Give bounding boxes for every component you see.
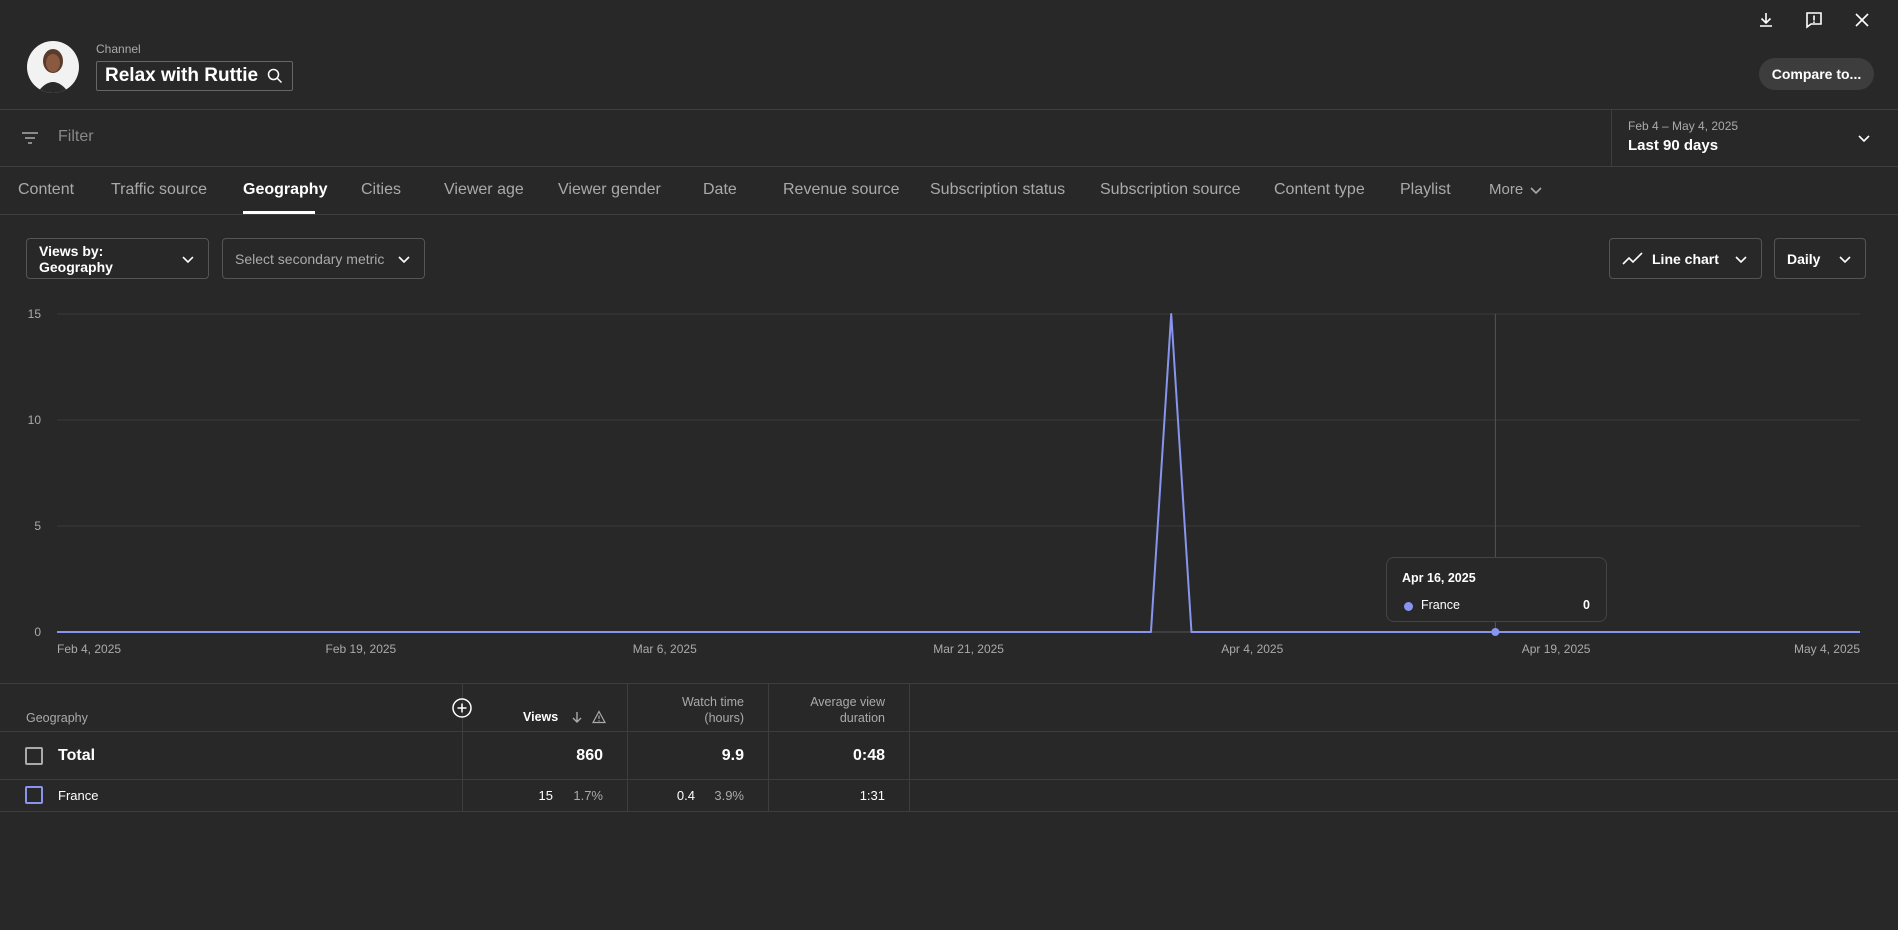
tab-cities[interactable]: Cities [361,181,401,199]
channel-selector[interactable]: Relax with Ruttie [96,61,294,91]
line-chart-icon [1622,251,1643,265]
add-column-icon[interactable] [448,694,476,722]
tab-date[interactable]: Date [703,181,737,199]
total-watch-time: 9.9 [721,747,744,764]
tab-playlist[interactable]: Playlist [1400,181,1451,199]
chart-tooltip: Apr 16, 2025 France 0 [1386,557,1607,622]
tooltip-series: France [1421,598,1460,612]
chart-type-label: Line chart [1652,250,1719,267]
interval-dropdown[interactable]: Daily [1774,238,1866,279]
watch-time-header-line1: Watch time [681,695,744,709]
row-views: 15 [538,788,553,803]
date-range: Feb 4 – May 4, 2025 [1628,119,1739,133]
divider [0,731,1898,732]
tab-subscription-source[interactable]: Subscription source [1100,181,1241,199]
column-divider [768,684,769,812]
x-tick-label: Apr 4, 2025 [1221,642,1283,656]
total-checkbox[interactable] [25,747,43,765]
x-tick-label: Feb 4, 2025 [57,642,121,656]
avg-duration-header-line2: duration [839,711,885,725]
total-avg-duration: 0:48 [852,747,885,764]
views-header-label: Views [523,710,559,724]
x-tick-label: May 4, 2025 [1794,642,1860,656]
y-tick-label: 5 [34,519,41,533]
channel-avatar [27,41,79,93]
download-icon[interactable] [1752,6,1780,34]
row-checkbox-france[interactable] [25,786,43,804]
hover-point [1491,628,1500,636]
chart-type-dropdown[interactable]: Line chart [1609,238,1762,279]
total-label: Total [58,747,96,764]
date-range-label: Last 90 days [1628,137,1719,154]
divider [0,779,1898,780]
chevron-down-icon [1530,186,1542,194]
row-label: France [58,788,99,803]
feedback-icon[interactable] [1800,6,1828,34]
avg-duration-header-line1: Average view [810,695,885,709]
tab-viewer-gender[interactable]: Viewer gender [558,181,661,199]
tab-geography[interactable]: Geography [243,181,327,199]
primary-metric-dropdown[interactable]: Views by: Geography [26,238,209,279]
watch-time-header-line2: (hours) [704,711,744,725]
tab-more[interactable]: More [1489,181,1543,198]
secondary-metric-label: Select secondary metric [235,250,385,267]
row-watch-time: 0.4 [676,788,695,803]
line-chart[interactable]: 15 10 5 0 Feb 4, 2025 Feb 19, 2025 Mar 6, 2025… [0,300,1898,700]
channel-name: Relax with Ruttie [105,65,259,86]
row-watch-pct: 3.9% [714,788,744,803]
tab-content-type[interactable]: Content type [1274,181,1365,199]
date-range-picker[interactable]: Feb 4 – May 4, 2025 Last 90 days [1612,110,1898,166]
chevron-down-icon [1858,135,1870,143]
x-tick-label: Apr 19, 2025 [1522,642,1591,656]
divider [0,214,1898,215]
secondary-metric-dropdown[interactable]: Select secondary metric [222,238,425,279]
interval-label: Daily [1787,250,1821,267]
total-views: 860 [576,747,603,764]
x-tick-label: Mar 6, 2025 [633,642,697,656]
compare-button[interactable]: Compare to... [1759,58,1874,90]
divider [0,166,1898,167]
views-header[interactable]: Views [523,710,607,724]
divider [0,811,1898,812]
search-icon [267,68,283,84]
warning-icon [592,710,607,724]
column-divider [909,684,910,812]
tooltip-date: Apr 16, 2025 [1402,571,1476,585]
tab-revenue-source[interactable]: Revenue source [783,181,900,199]
filter-icon[interactable] [16,124,44,152]
filter-input[interactable]: Filter [58,128,94,146]
y-tick-label: 15 [28,307,42,321]
y-tick-label: 10 [28,413,42,427]
primary-metric-label: Views by: Geography [39,242,113,275]
chevron-down-icon [1839,255,1851,263]
tab-more-label: More [1489,181,1524,198]
tooltip-dot [1404,602,1413,611]
chevron-down-icon [182,255,194,263]
chevron-down-icon [398,255,410,263]
tab-viewer-age[interactable]: Viewer age [444,181,524,199]
geography-header: Geography [26,711,88,725]
tab-subscription-status[interactable]: Subscription status [930,181,1065,199]
chevron-down-icon [1735,255,1747,263]
divider [0,683,1898,684]
tab-content[interactable]: Content [18,181,74,199]
avg-duration-header[interactable]: Average view duration [810,694,885,726]
y-tick-label: 0 [34,625,41,639]
tab-traffic-source[interactable]: Traffic source [111,181,207,199]
watch-time-header[interactable]: Watch time (hours) [682,694,744,726]
row-views-pct: 1.7% [573,788,603,803]
x-tick-label: Mar 21, 2025 [933,642,1004,656]
close-icon[interactable] [1848,6,1876,34]
tooltip-value: 0 [1583,598,1590,612]
x-tick-label: Feb 19, 2025 [326,642,397,656]
column-divider [627,684,628,812]
arrow-down-icon [572,712,582,723]
row-avg-duration: 1:31 [859,788,885,803]
channel-label: Channel [96,42,141,56]
